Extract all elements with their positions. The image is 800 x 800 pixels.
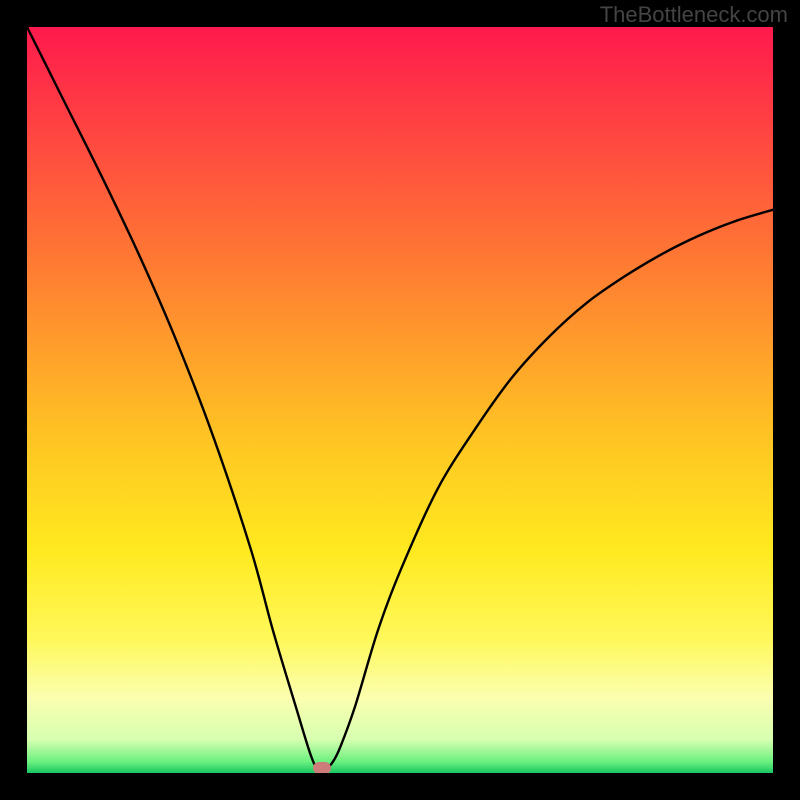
watermark-text: TheBottleneck.com <box>600 2 788 28</box>
plot-area <box>27 27 773 773</box>
plot-svg <box>27 27 773 773</box>
gradient-background <box>27 27 773 773</box>
chart-container: TheBottleneck.com <box>0 0 800 800</box>
optimal-point-marker <box>313 762 331 773</box>
